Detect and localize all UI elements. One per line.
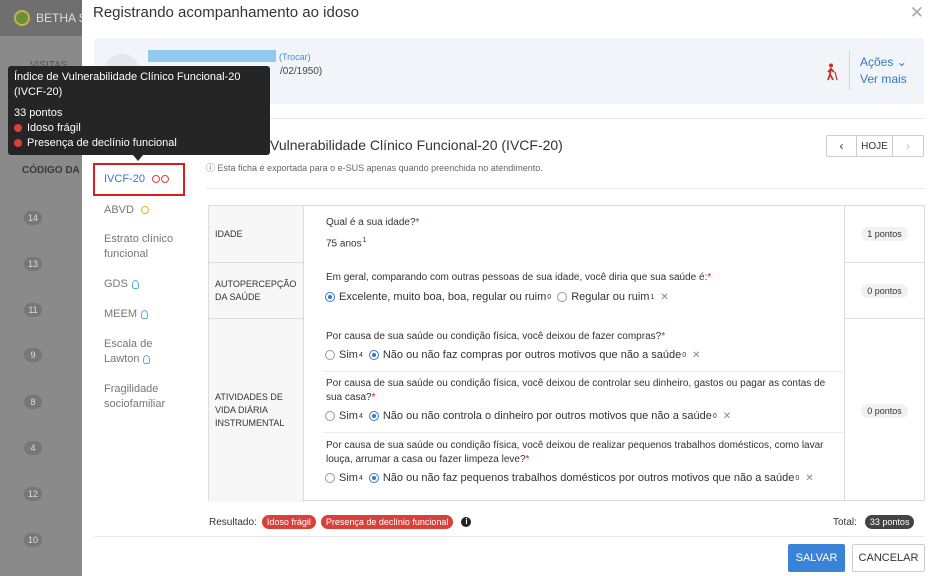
red-circle-icon <box>152 175 161 184</box>
sidebar-item-ivcf20[interactable]: IVCF-20 <box>104 173 170 185</box>
yellow-circle-icon <box>141 206 150 215</box>
tooltip-item: Presença de declínio funcional <box>14 136 264 151</box>
section-label: ATIVIDADES DE VIDA DIÁRIA INSTRUMENTAL <box>209 319 304 502</box>
assessment-table: IDADE Qual é a sua idade?* 75 anos1 1 po… <box>208 205 925 502</box>
sidebar-item-gds[interactable]: GDS <box>104 277 139 292</box>
sidebar-item-abvd[interactable]: ABVD <box>104 203 150 218</box>
actions-dropdown[interactable]: Ações ⌄ <box>860 55 907 69</box>
app-logo <box>14 10 30 26</box>
ivcf-tooltip: Índice de Vulnerabilidade Clínico Funcio… <box>8 66 270 155</box>
row-code: 9 <box>24 348 42 362</box>
section-score: 0 pontos <box>844 263 924 319</box>
result-label: Resultado: <box>209 516 257 528</box>
save-button[interactable]: SALVAR <box>788 544 845 572</box>
lightbulb-icon <box>131 279 139 289</box>
next-button[interactable]: › <box>893 136 923 156</box>
divider <box>323 432 843 433</box>
cancel-button[interactable]: CANCELAR <box>852 544 925 572</box>
walking-cane-icon <box>827 63 838 81</box>
status-badge: Presença de declínio funcional <box>320 515 454 529</box>
question-text: Qual é a sua idade?* <box>326 217 420 228</box>
row-code: 12 <box>24 487 42 501</box>
divider <box>206 188 924 189</box>
form-title: Vulnerabilidade Clínico Funcional-20 (IV… <box>270 137 563 153</box>
radio-option-selected[interactable] <box>368 473 379 483</box>
radio-group: Excelente, muito boa, boa, regular ou ru… <box>325 291 669 303</box>
info-icon: ⓘ <box>206 163 216 173</box>
card-separator <box>849 50 850 90</box>
row-code: 4 <box>24 441 42 455</box>
date-navigator: ‹ HOJE › <box>826 135 924 157</box>
red-dot-icon <box>14 124 22 132</box>
radio-option-selected[interactable] <box>368 350 379 360</box>
clear-icon[interactable]: ✕ <box>692 350 700 361</box>
radio-option[interactable] <box>325 350 335 360</box>
clear-icon[interactable]: ✕ <box>660 292 668 303</box>
radio-option[interactable] <box>325 473 335 483</box>
previous-button[interactable]: ‹ <box>827 136 857 156</box>
radio-option[interactable] <box>325 411 335 421</box>
row-code: 8 <box>24 395 42 409</box>
section-score: 0 pontos <box>844 319 924 502</box>
row-code: 14 <box>24 211 42 225</box>
chevron-down-icon: ⌄ <box>896 55 907 69</box>
sidebar-item-estrato[interactable]: Estrato clínico funcional <box>104 232 184 262</box>
patient-name-redacted <box>148 50 276 62</box>
tooltip-item: Idoso frágil <box>14 121 264 136</box>
sidebar-item-meem[interactable]: MEEM <box>104 307 148 322</box>
total-badge: 33 pontos <box>864 515 915 529</box>
row-code: 13 <box>24 257 42 271</box>
tooltip-points: 33 pontos <box>14 107 63 119</box>
clear-icon[interactable]: ✕ <box>805 473 813 484</box>
question-text: Por causa de sua saúde ou condição físic… <box>326 331 666 342</box>
today-button[interactable]: HOJE <box>857 136 893 156</box>
radio-option-selected[interactable] <box>325 292 335 302</box>
sidebar-item-fragilidade[interactable]: Fragilidade sociofamiliar <box>104 382 184 412</box>
radio-option[interactable] <box>557 292 568 302</box>
tooltip-title: Índice de Vulnerabilidade Clínico Funcio… <box>14 71 241 98</box>
export-note: ⓘ Esta ficha é exportada para o e-SUS ap… <box>206 163 543 173</box>
total-score: Total: 33 pontos <box>833 515 915 529</box>
question-text: Por causa de sua saúde ou condição físic… <box>326 378 826 403</box>
see-more-link[interactable]: Ver mais <box>860 72 907 86</box>
section-label: AUTOPERCEPÇÃO DA SAÚDE <box>209 263 304 319</box>
modal-title: Registrando acompanhamento ao idoso <box>93 4 360 21</box>
patient-birthdate: /02/1950) <box>280 66 323 77</box>
radio-group: Sim 4 Não ou não faz pequenos trabalhos d… <box>325 472 814 484</box>
sidebar-item-lawton[interactable]: Escala de Lawton <box>104 337 174 367</box>
question-text: Por causa de sua saúde ou condição físic… <box>326 440 824 465</box>
section-score: 1 pontos <box>844 206 924 263</box>
divider <box>94 536 924 537</box>
info-icon[interactable]: i <box>461 517 472 527</box>
result-bar: Resultado: Idoso frágil Presença de decl… <box>209 515 472 529</box>
tooltip-arrow <box>133 155 143 161</box>
lightbulb-icon <box>141 309 148 319</box>
radio-group: Sim 4 Não ou não controla o dinheiro por … <box>325 410 731 422</box>
red-circle-icon <box>161 175 170 184</box>
clear-icon[interactable]: ✕ <box>723 411 731 422</box>
row-code: 11 <box>24 303 42 317</box>
red-dot-icon <box>14 139 22 147</box>
question-text: Em geral, comparando com outras pessoas … <box>326 272 712 283</box>
radio-group: Sim 4 Não ou não faz compras por outros m… <box>325 349 701 361</box>
row-code: 10 <box>24 533 42 547</box>
age-answer: 75 anos1 <box>326 237 367 250</box>
close-icon[interactable]: ✕ <box>910 3 924 23</box>
radio-option-selected[interactable] <box>368 411 379 421</box>
lightbulb-icon <box>143 354 151 364</box>
section-label: IDADE <box>209 206 304 263</box>
change-patient-link[interactable]: (Trocar) <box>279 52 311 62</box>
status-badge: Idoso frágil <box>261 515 316 529</box>
divider <box>323 371 843 372</box>
